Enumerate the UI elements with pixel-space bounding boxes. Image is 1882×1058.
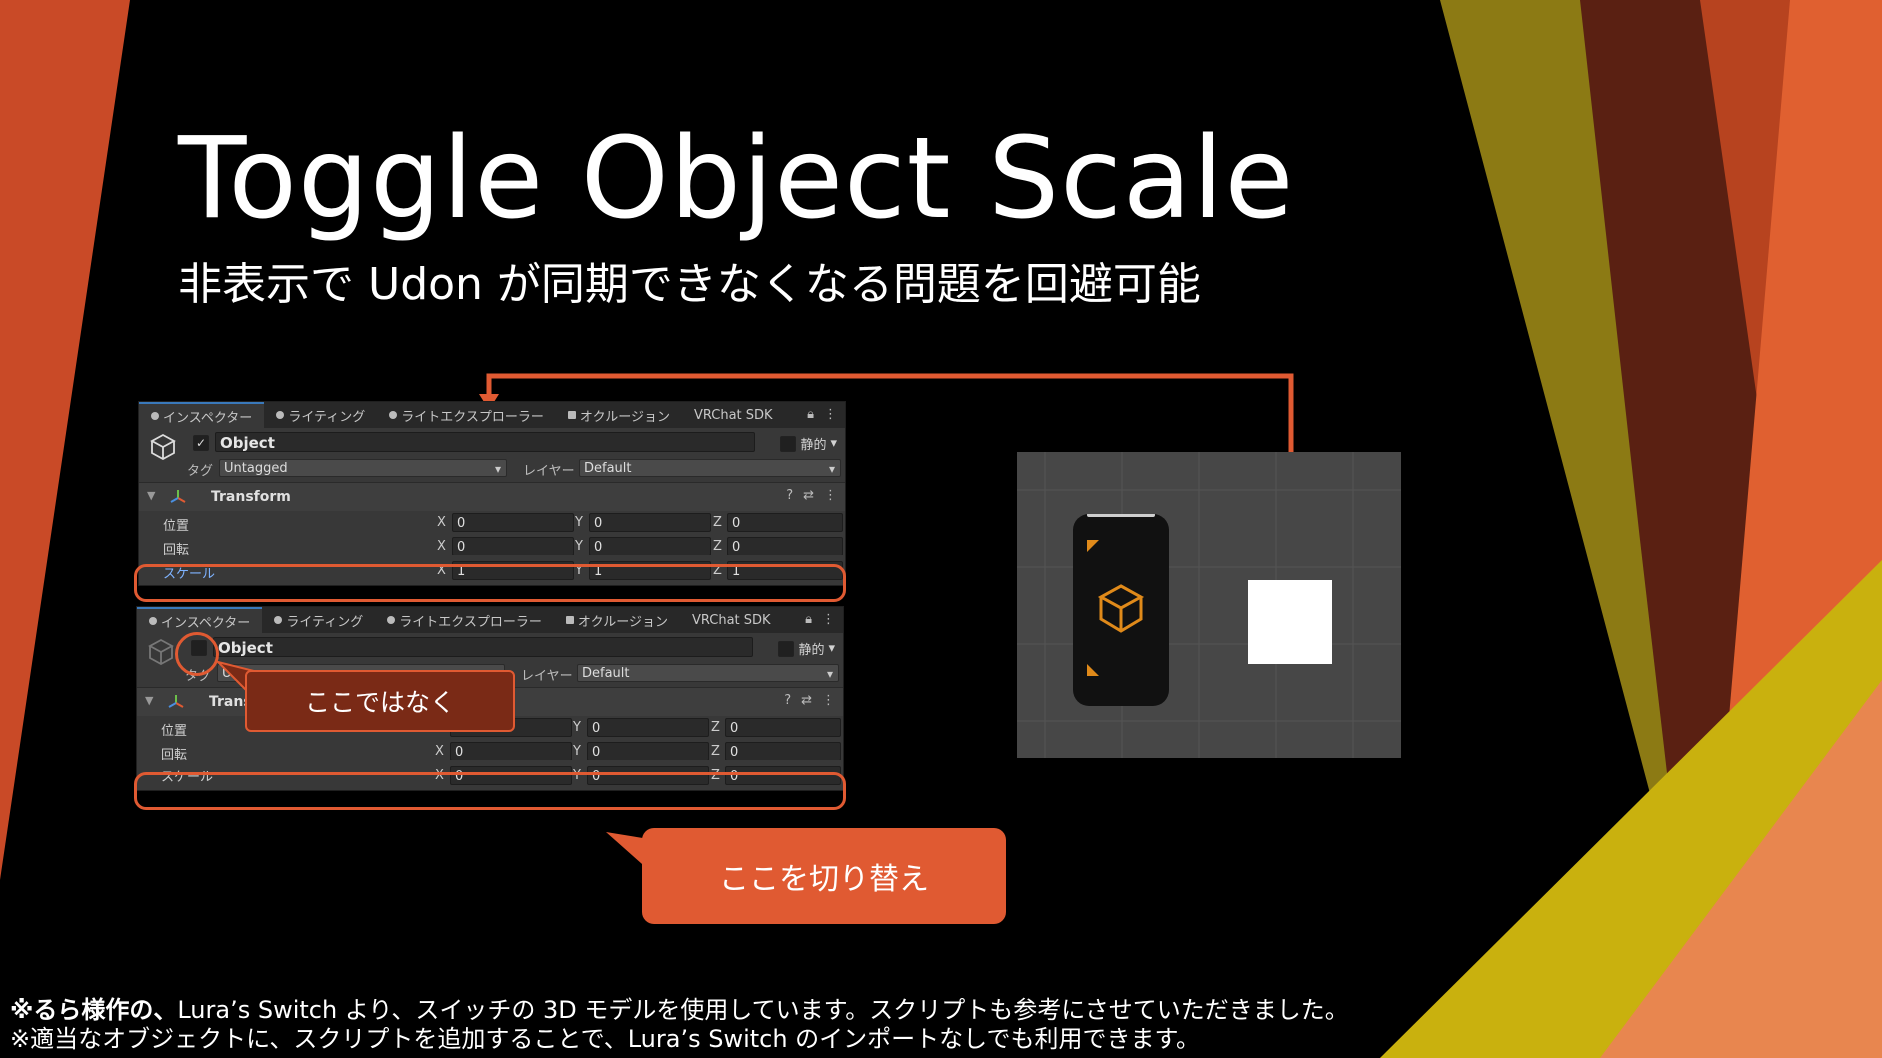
footnotes: ※るら様作の、Lura’s Switch より、スイッチの 3D モデルを使用し…	[10, 996, 1349, 1054]
target-object-cube	[1248, 580, 1332, 664]
footnote-line-2: ※適当なオブジェクトに、スクリプトを追加することで、Lura’s Switch …	[10, 1025, 1201, 1053]
callout-not-here: ここではなく	[245, 670, 515, 732]
callout-toggle-here: ここを切り替え	[642, 828, 1006, 924]
switch-model	[1073, 513, 1169, 706]
switch-cube-icon	[1087, 513, 1155, 676]
footnote-line-1: ※るら様作の、Lura’s Switch より、スイッチの 3D モデルを使用し…	[10, 996, 1349, 1024]
scene-preview	[1017, 452, 1401, 758]
